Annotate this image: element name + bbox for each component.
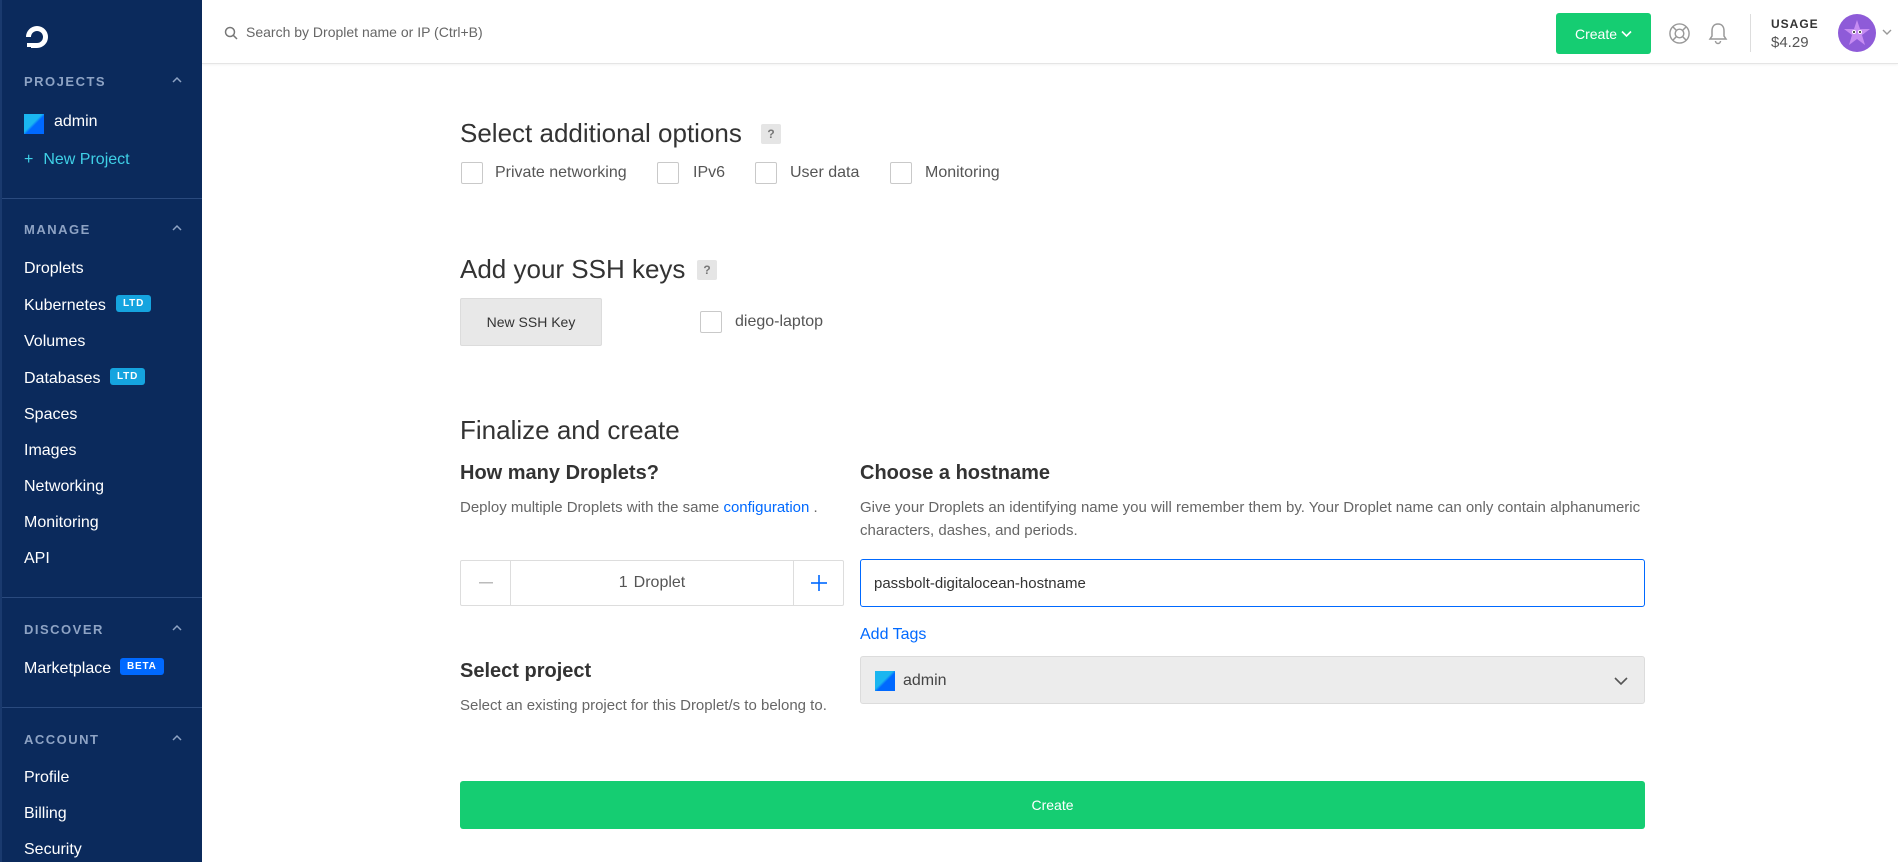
private-networking-checkbox[interactable]: [461, 162, 483, 184]
droplet-count-unit: Droplet: [633, 574, 686, 591]
project-select[interactable]: admin: [860, 656, 1645, 704]
user-data-checkbox[interactable]: [755, 162, 777, 184]
topbar-divider: [1750, 14, 1751, 52]
chevron-up-icon[interactable]: [172, 223, 182, 233]
sidebar-item-droplets[interactable]: Droplets: [24, 260, 84, 278]
account-heading: ACCOUNT: [24, 732, 100, 747]
hostname-input[interactable]: [860, 559, 1645, 607]
sidebar-divider: [2, 597, 202, 598]
ssh-key-checkbox[interactable]: [700, 311, 722, 333]
plus-icon: [810, 575, 827, 591]
ssh-key-label[interactable]: diego-laptop: [735, 313, 823, 331]
select-project-title: Select project: [460, 660, 592, 682]
monitoring-checkbox[interactable]: [890, 162, 912, 184]
chevron-up-icon[interactable]: [172, 75, 182, 85]
ssh-keys-title: Add your SSH keys: [460, 254, 686, 284]
discover-heading: DISCOVER: [24, 622, 104, 637]
create-button-label: Create: [1574, 25, 1618, 42]
usage-value[interactable]: $4.29: [1771, 34, 1809, 51]
sidebar-item-profile[interactable]: Profile: [24, 769, 69, 787]
sidebar-item-api[interactable]: API: [24, 550, 50, 568]
sidebar-item-spaces[interactable]: Spaces: [24, 406, 77, 424]
sidebar-item-marketplace[interactable]: Marketplace: [24, 660, 111, 678]
finalize-title: Finalize and create: [460, 415, 680, 445]
search-icon: [224, 26, 238, 40]
sidebar-divider: [2, 198, 202, 199]
sidebar-divider: [2, 707, 202, 708]
ltd-badge: LTD: [116, 295, 152, 312]
chevron-up-icon[interactable]: [172, 623, 182, 633]
avatar[interactable]: [1838, 14, 1876, 52]
chevron-down-icon: [1614, 677, 1628, 686]
sidebar-item-monitoring[interactable]: Monitoring: [24, 514, 99, 532]
project-icon: [875, 671, 895, 691]
create-droplet-button[interactable]: Create: [460, 781, 1645, 829]
create-dropdown-button[interactable]: Create: [1556, 13, 1651, 54]
monitoring-label[interactable]: Monitoring: [925, 164, 1000, 182]
decrement-button[interactable]: [461, 561, 511, 605]
droplet-count-number: 1: [618, 574, 628, 591]
droplet-quantity-stepper: 1 Droplet: [460, 560, 844, 606]
new-project-label: New Project: [43, 151, 130, 168]
configuration-link[interactable]: configuration: [723, 499, 809, 516]
search-input[interactable]: [246, 20, 746, 44]
plus-icon: +: [24, 151, 34, 168]
hostname-description: Give your Droplets an identifying name y…: [860, 499, 1641, 539]
ipv6-checkbox[interactable]: [657, 162, 679, 184]
ipv6-label[interactable]: IPv6: [693, 164, 725, 182]
chevron-up-icon[interactable]: [172, 733, 182, 743]
new-ssh-key-button[interactable]: New SSH Key: [460, 298, 602, 346]
usage-label: USAGE: [1771, 17, 1819, 31]
droplet-count-value: 1 Droplet: [511, 561, 793, 605]
droplet-count-description: Deploy multiple Droplets with the same c…: [460, 496, 850, 519]
sidebar-item-admin[interactable]: admin: [54, 113, 98, 131]
new-project-link[interactable]: + New Project: [24, 151, 130, 169]
select-project-description: Select an existing project for this Drop…: [460, 697, 827, 714]
projects-heading: PROJECTS: [24, 74, 107, 89]
sidebar-item-databases[interactable]: Databases: [24, 370, 101, 388]
starfish-avatar-icon: [1844, 20, 1870, 45]
chevron-down-icon: [1621, 30, 1632, 37]
increment-button[interactable]: [793, 561, 843, 605]
sidebar-item-images[interactable]: Images: [24, 442, 76, 460]
project-icon: [24, 114, 44, 134]
sidebar-item-kubernetes[interactable]: Kubernetes: [24, 297, 106, 315]
sidebar-item-networking[interactable]: Networking: [24, 478, 104, 496]
sidebar: PROJECTS admin + New Project MANAGE Dropl…: [0, 0, 202, 862]
droplet-count-desc-suffix: .: [813, 499, 818, 516]
help-question-icon[interactable]: ?: [697, 260, 717, 280]
sidebar-item-security[interactable]: Security: [24, 841, 82, 859]
droplet-count-title: How many Droplets?: [460, 462, 659, 484]
bell-icon[interactable]: [1707, 21, 1729, 45]
help-question-icon[interactable]: ?: [761, 124, 781, 144]
hostname-title: Choose a hostname: [860, 462, 1051, 484]
private-networking-label[interactable]: Private networking: [495, 164, 627, 182]
beta-badge: BETA: [120, 658, 164, 675]
sidebar-item-volumes[interactable]: Volumes: [24, 333, 85, 351]
sidebar-item-billing[interactable]: Billing: [24, 805, 67, 823]
minus-icon: [478, 582, 493, 584]
manage-heading: MANAGE: [24, 222, 91, 237]
ltd-badge: LTD: [110, 368, 146, 385]
digitalocean-logo-icon[interactable]: [22, 22, 52, 52]
chevron-down-icon[interactable]: [1882, 27, 1892, 37]
help-lifebuoy-icon[interactable]: [1668, 22, 1691, 45]
add-tags-link[interactable]: Add Tags: [860, 626, 926, 644]
droplet-count-desc-text: Deploy multiple Droplets with the same: [460, 499, 720, 516]
additional-options-title: Select additional options: [460, 118, 742, 148]
project-select-value: admin: [903, 672, 947, 689]
user-data-label[interactable]: User data: [790, 164, 859, 182]
